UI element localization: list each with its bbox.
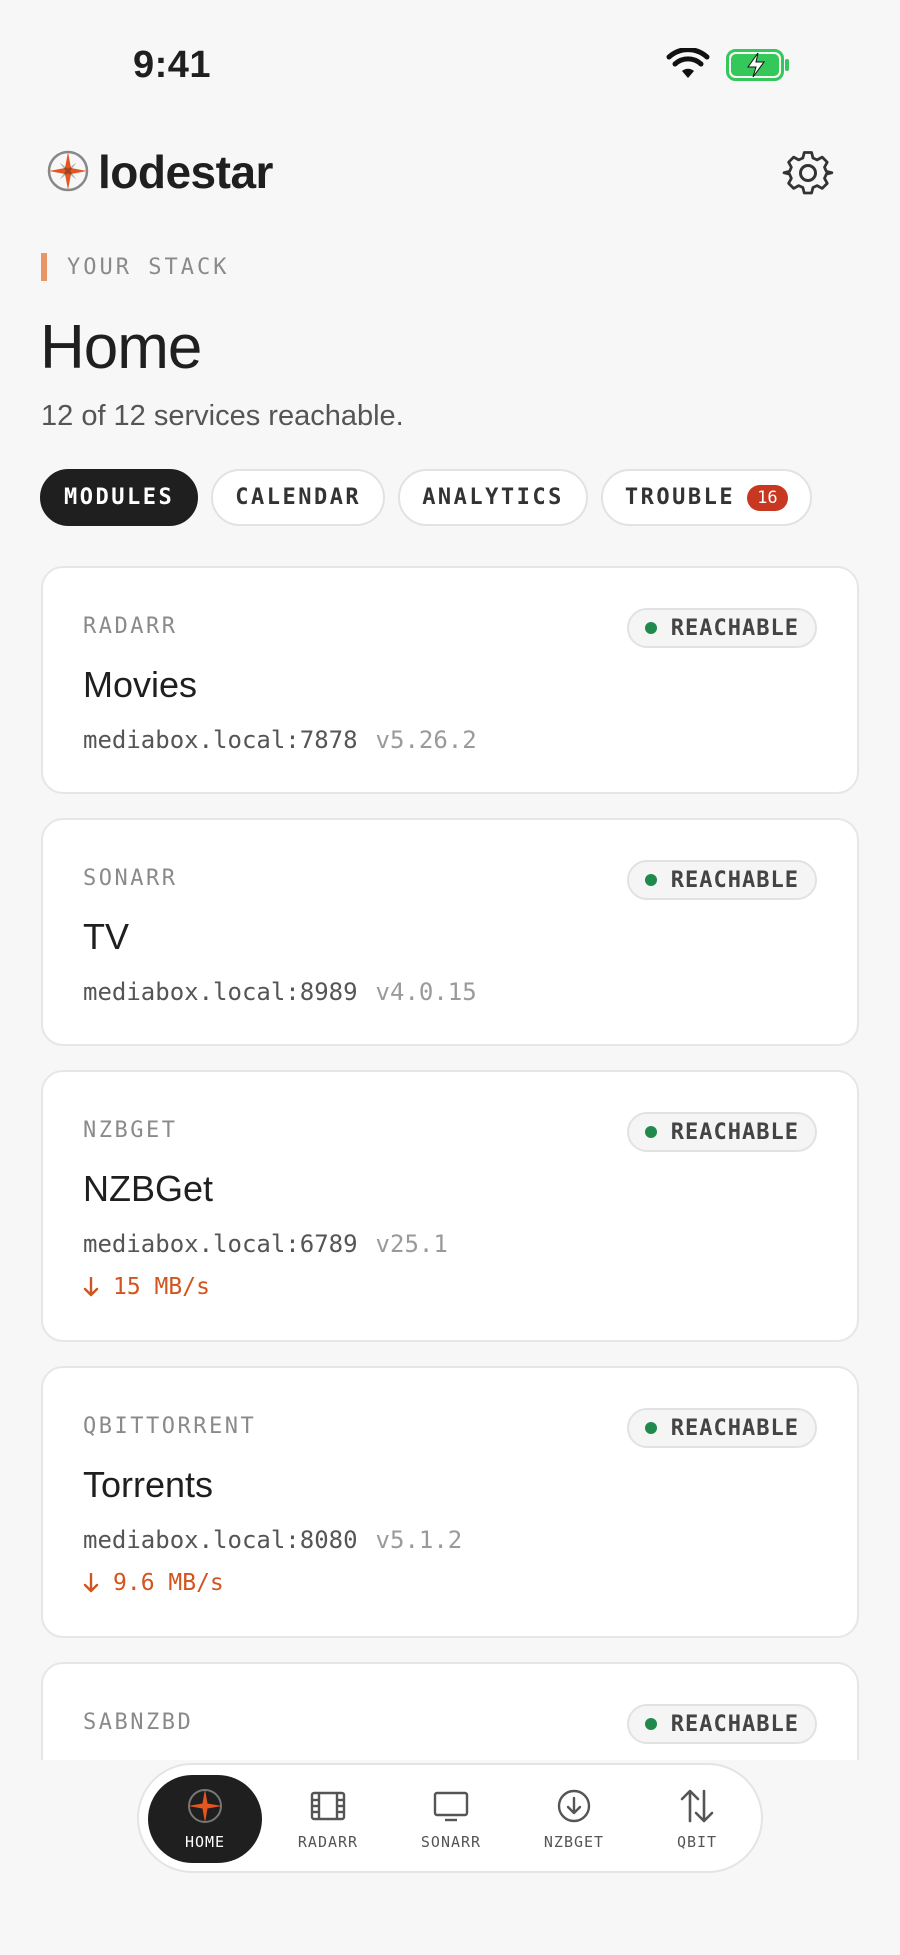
nav-home[interactable]: HOME xyxy=(148,1775,262,1863)
status-bar: 9:41 xyxy=(0,0,900,130)
up-down-arrows-icon xyxy=(680,1789,714,1823)
service-card-qbittorrent[interactable]: QBITTORRENT REACHABLE Torrents mediabox.… xyxy=(41,1366,859,1638)
service-host: mediabox.local:8080 xyxy=(83,1526,358,1554)
page-subtitle: 12 of 12 services reachable. xyxy=(41,400,404,432)
service-host: mediabox.local:6789 xyxy=(83,1230,358,1258)
tab-analytics[interactable]: ANALYTICS xyxy=(398,469,588,526)
service-kind: QBITTORRENT xyxy=(83,1414,257,1439)
tab-label: MODULES xyxy=(64,485,175,510)
nav-nzbget[interactable]: NZBGET xyxy=(517,1775,631,1863)
service-kind: SONARR xyxy=(83,866,178,891)
status-badge: REACHABLE xyxy=(626,1112,817,1152)
nav-label: HOME xyxy=(184,1833,226,1851)
app-header: lodestar xyxy=(40,145,860,199)
service-card-sonarr[interactable]: SONARR REACHABLE TV mediabox.local:8989 v… xyxy=(41,818,859,1046)
tab-label: TROUBLE xyxy=(624,485,736,510)
bottom-nav: HOME RADARR SONARR NZBGET QBIT xyxy=(137,1763,763,1873)
nav-label: SONARR xyxy=(420,1833,482,1851)
tab-calendar[interactable]: CALENDAR xyxy=(211,469,386,526)
status-time: 9:41 xyxy=(133,44,212,86)
status-badge: REACHABLE xyxy=(626,1704,817,1744)
service-version: v25.1 xyxy=(375,1230,448,1258)
service-host: mediabox.local:8989 xyxy=(83,978,358,1006)
nav-label: RADARR xyxy=(297,1833,359,1851)
compass-star-icon xyxy=(188,1789,222,1823)
service-kind: SABNZBD xyxy=(83,1710,194,1735)
status-badge: REACHABLE xyxy=(626,860,817,900)
status-badge: REACHABLE xyxy=(626,608,817,648)
status-dot xyxy=(644,1718,657,1730)
service-card-radarr[interactable]: RADARR REACHABLE Movies mediabox.local:7… xyxy=(41,566,859,794)
status-label: REACHABLE xyxy=(670,1119,799,1145)
tab-bar: MODULES CALENDAR ANALYTICS TROUBLE 16 xyxy=(40,469,812,526)
service-name: NZBGet xyxy=(83,1168,214,1209)
status-badge: REACHABLE xyxy=(626,1408,817,1448)
service-version: v5.26.2 xyxy=(375,726,477,754)
service-kind: NZBGET xyxy=(83,1118,178,1143)
service-meta: mediabox.local:7878 v5.26.2 xyxy=(83,726,477,754)
gear-icon[interactable] xyxy=(782,147,834,199)
nav-label: NZBGET xyxy=(543,1833,605,1851)
nav-sonarr[interactable]: SONARR xyxy=(394,1775,508,1863)
service-meta: mediabox.local:8989 v4.0.15 xyxy=(83,978,477,1006)
service-name: Movies xyxy=(83,664,198,705)
lodestar-logo-icon xyxy=(47,150,89,192)
status-dot xyxy=(644,622,657,634)
tab-label: CALENDAR xyxy=(235,485,362,510)
service-name: Torrents xyxy=(83,1464,214,1505)
section-eyebrow: YOUR STACK xyxy=(41,253,229,281)
arrow-down-icon xyxy=(83,1573,99,1593)
service-meta: mediabox.local:6789 v25.1 xyxy=(83,1230,448,1258)
service-version: v4.0.15 xyxy=(375,978,477,1006)
nav-qbit[interactable]: QBIT xyxy=(640,1775,754,1863)
nav-radarr[interactable]: RADARR xyxy=(271,1775,385,1863)
status-label: REACHABLE xyxy=(670,1415,799,1441)
service-host: mediabox.local:7878 xyxy=(83,726,358,754)
status-label: REACHABLE xyxy=(670,615,799,641)
status-dot xyxy=(644,1126,657,1138)
tab-label: ANALYTICS xyxy=(422,485,564,510)
status-dot xyxy=(644,1422,657,1434)
battery-charging-icon xyxy=(726,49,789,81)
service-kind: RADARR xyxy=(83,614,178,639)
service-name: TV xyxy=(83,916,130,957)
download-speed-value: 15 MB/s xyxy=(113,1274,210,1300)
tab-modules[interactable]: MODULES xyxy=(40,469,199,526)
eyebrow-label: YOUR STACK xyxy=(67,254,230,280)
nav-label: QBIT xyxy=(676,1833,718,1851)
status-dot xyxy=(644,874,657,886)
download-speed: 9.6 MB/s xyxy=(83,1570,224,1596)
film-icon xyxy=(310,1791,346,1821)
tab-trouble[interactable]: TROUBLE 16 xyxy=(600,469,812,526)
tv-icon xyxy=(433,1791,469,1822)
download-circle-icon xyxy=(557,1789,591,1823)
wifi-icon xyxy=(666,48,710,78)
status-label: REACHABLE xyxy=(670,867,799,893)
service-version: v5.1.2 xyxy=(375,1526,463,1554)
download-speed: 15 MB/s xyxy=(83,1274,210,1300)
download-speed-value: 9.6 MB/s xyxy=(113,1570,224,1596)
eyebrow-accent-bar xyxy=(41,253,47,281)
status-label: REACHABLE xyxy=(670,1711,799,1737)
trouble-count-badge: 16 xyxy=(747,484,788,511)
app-title: lodestar xyxy=(98,146,273,198)
arrow-down-icon xyxy=(83,1277,99,1297)
page-title: Home xyxy=(40,313,202,382)
service-card-nzbget[interactable]: NZBGET REACHABLE NZBGet mediabox.local:6… xyxy=(41,1070,859,1342)
service-meta: mediabox.local:8080 v5.1.2 xyxy=(83,1526,462,1554)
